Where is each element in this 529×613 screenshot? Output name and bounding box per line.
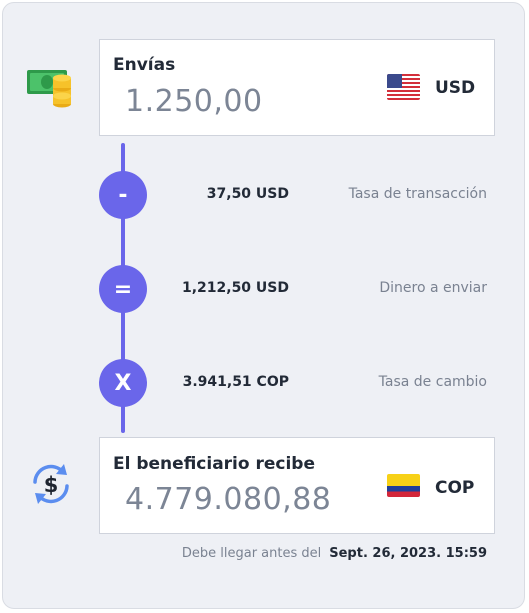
fee-value: 37,50 USD xyxy=(206,186,289,202)
transfer-summary-panel: Envías 1.250,00 USD - 37,50 USD Tasa de … xyxy=(2,2,525,609)
net-amount-value: 1,212,50 USD xyxy=(181,280,289,296)
fee-label: Tasa de transacción xyxy=(348,186,487,202)
svg-text:$: $ xyxy=(44,473,59,497)
send-amount-input[interactable]: 1.250,00 xyxy=(125,84,263,119)
us-flag-icon xyxy=(387,74,420,100)
exchange-rate-value: 3.941,51 COP xyxy=(182,374,289,390)
colombia-flag-icon xyxy=(387,474,420,497)
delivery-date: Sept. 26, 2023. 15:59 xyxy=(329,546,487,561)
delivery-estimate: Debe llegar antes del Sept. 26, 2023. 15:… xyxy=(3,546,487,561)
receive-amount-value[interactable]: 4.779.080,88 xyxy=(125,482,331,517)
delivery-prefix: Debe llegar antes del xyxy=(181,546,322,561)
currency-exchange-icon: $ xyxy=(33,464,69,504)
send-amount-card[interactable]: Envías 1.250,00 USD xyxy=(99,39,495,136)
receive-currency-selector[interactable]: COP xyxy=(435,478,474,498)
send-label: Envías xyxy=(113,55,176,75)
money-icon xyxy=(27,70,71,108)
receive-amount-card[interactable]: El beneficiario recibe 4.779.080,88 COP xyxy=(99,437,495,534)
net-amount-label: Dinero a enviar xyxy=(379,280,487,296)
exchange-rate-label: Tasa de cambio xyxy=(378,374,487,390)
send-currency-selector[interactable]: USD xyxy=(435,78,475,98)
receive-label: El beneficiario recibe xyxy=(113,454,315,474)
